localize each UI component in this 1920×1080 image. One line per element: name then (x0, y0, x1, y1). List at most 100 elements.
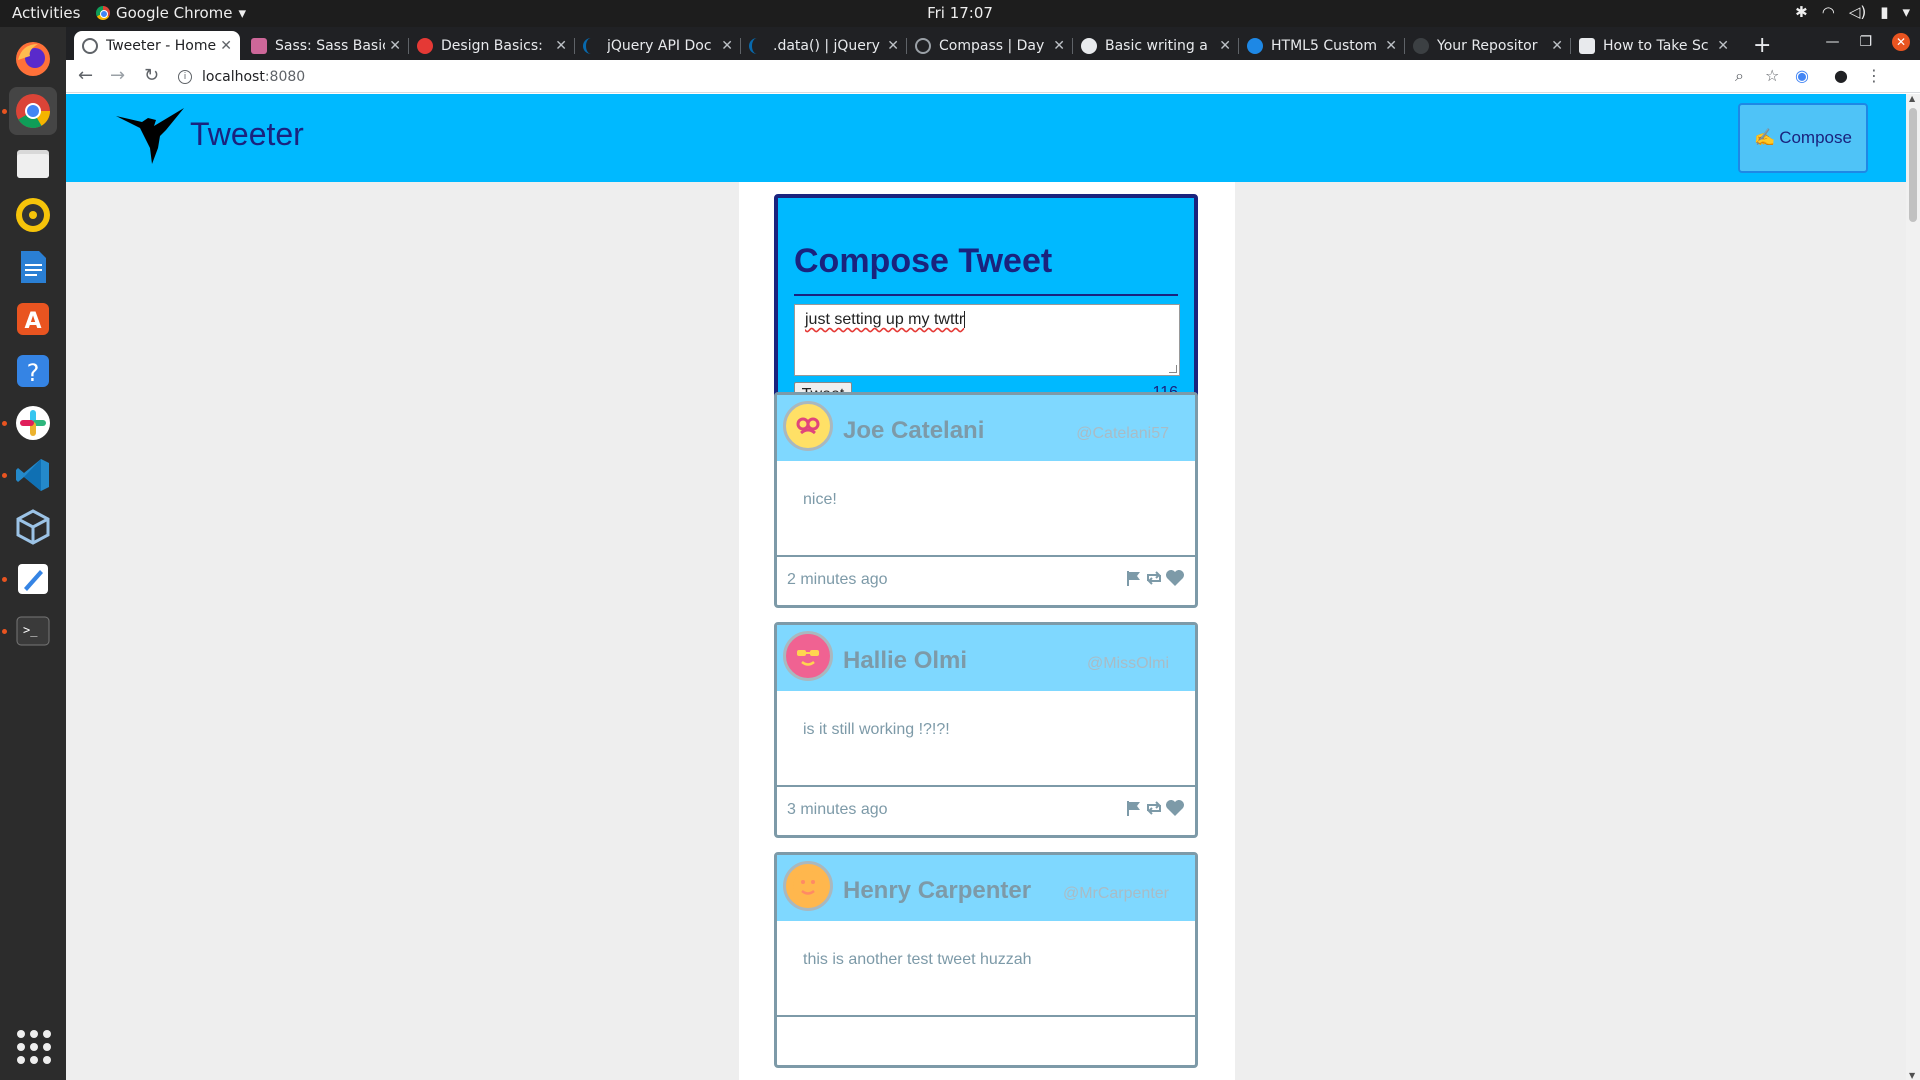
tab-how-to-take[interactable]: How to Take Sc ✕ (1571, 31, 1737, 60)
tab-compass[interactable]: Compass | Day ✕ (907, 31, 1073, 60)
compose-heading: Compose Tweet (794, 242, 1053, 280)
rhythmbox-icon[interactable] (9, 191, 57, 239)
heart-icon[interactable] (1165, 569, 1185, 587)
jquery-icon (583, 37, 599, 54)
system-menu-icon[interactable]: ▾ (1902, 3, 1910, 21)
tab-title: Design Basics: (441, 37, 543, 54)
brand-name[interactable]: Tweeter (190, 116, 304, 153)
close-window-icon[interactable]: ✕ (1892, 33, 1910, 51)
tab-sass[interactable]: Sass: Sass Basics ✕ (243, 31, 409, 60)
scroll-down-icon[interactable]: ▼ (1909, 1071, 1915, 1080)
tab-your-repositories[interactable]: Your Repositor ✕ (1405, 31, 1571, 60)
tab-html5-custom[interactable]: HTML5 Custom ✕ (1239, 31, 1405, 60)
tweet-actions (1125, 799, 1185, 817)
running-indicator (2, 472, 7, 478)
app-navbar: Tweeter ✍ Compose (66, 94, 1906, 182)
html5-icon (1247, 37, 1263, 54)
retweet-icon[interactable] (1145, 569, 1163, 587)
firefox-icon[interactable] (9, 35, 57, 83)
running-indicator (2, 628, 7, 634)
network-share-icon[interactable]: ✱ (1795, 3, 1808, 21)
app-menu-label: Google Chrome (116, 4, 233, 22)
back-icon[interactable]: ← (78, 65, 93, 86)
show-applications-icon[interactable] (17, 1030, 51, 1064)
wifi-icon[interactable]: ◠ (1822, 3, 1835, 21)
zoom-icon[interactable]: ⌕ (1735, 66, 1744, 86)
tweet-card: Hallie Olmi @MissOlmi is it still workin… (774, 622, 1198, 838)
tab-title: Basic writing a (1105, 37, 1208, 54)
heart-icon[interactable] (1165, 799, 1185, 817)
svg-text:?: ? (27, 359, 40, 387)
help-icon[interactable]: ? (9, 347, 57, 395)
tab-title: How to Take Sc (1603, 37, 1709, 54)
divider (777, 555, 1195, 557)
minimize-icon[interactable]: — (1825, 34, 1839, 50)
avatar (783, 861, 833, 911)
retweet-icon[interactable] (1145, 799, 1163, 817)
page-scrollbar[interactable]: ▲ ▼ (1906, 94, 1920, 1080)
volume-icon[interactable]: ◁) (1849, 3, 1866, 21)
software-center-icon[interactable]: A (9, 295, 57, 343)
flag-icon[interactable] (1125, 569, 1143, 587)
tweet-author-handle: @MissOlmi (1086, 655, 1169, 672)
terminal-icon[interactable]: >_ (2, 607, 57, 655)
tab-basic-writing[interactable]: Basic writing a ✕ (1073, 31, 1239, 60)
divider (794, 294, 1178, 296)
activities-button[interactable]: Activities (12, 4, 80, 22)
new-tab-icon[interactable]: + (1753, 33, 1771, 58)
close-tab-icon[interactable]: ✕ (389, 38, 401, 54)
site-info-icon[interactable]: i (178, 69, 192, 84)
browser-window: Tweeter - Home ✕ Sass: Sass Basics ✕ Des… (66, 27, 1920, 1080)
forward-icon[interactable]: → (110, 65, 125, 86)
extension-icon[interactable]: ◉ (1795, 66, 1809, 85)
tab-jquery-api[interactable]: jQuery API Doc ✕ (575, 31, 741, 60)
text-editor-icon[interactable] (2, 555, 57, 603)
compose-button[interactable]: ✍ Compose (1738, 103, 1868, 173)
chrome-menu-icon[interactable]: ⋮ (1866, 66, 1882, 85)
chrome-app-icon[interactable] (2, 87, 57, 135)
scroll-up-icon[interactable]: ▲ (1909, 94, 1915, 103)
bookmark-star-icon[interactable]: ☆ (1765, 66, 1779, 85)
reload-icon[interactable]: ↻ (144, 65, 159, 86)
clock[interactable]: Fri 17:07 (927, 4, 993, 22)
compass-icon (915, 37, 931, 54)
divider (777, 785, 1195, 787)
slack-icon[interactable] (2, 399, 57, 447)
tab-jquery-data[interactable]: .data() | jQuery ✕ (741, 31, 907, 60)
close-tab-icon[interactable]: ✕ (1717, 38, 1729, 54)
divider (777, 1015, 1195, 1017)
hummingbird-logo-icon (116, 108, 184, 164)
app-menu[interactable]: Google Chrome ▾ (96, 4, 246, 22)
close-tab-icon[interactable]: ✕ (887, 38, 899, 54)
files-icon[interactable] (9, 139, 57, 187)
close-tab-icon[interactable]: ✕ (1551, 38, 1563, 54)
writer-icon[interactable] (9, 243, 57, 291)
flag-icon[interactable] (1125, 799, 1143, 817)
close-tab-icon[interactable]: ✕ (220, 38, 232, 54)
resize-handle-icon[interactable] (1169, 365, 1177, 373)
close-tab-icon[interactable]: ✕ (721, 38, 733, 54)
virtualbox-icon[interactable] (9, 503, 57, 551)
scrollbar-thumb[interactable] (1909, 108, 1917, 222)
tab-design-basics[interactable]: Design Basics: ✕ (409, 31, 575, 60)
maximize-icon[interactable]: ❐ (1859, 34, 1872, 50)
tweet-card: Henry Carpenter @MrCarpenter this is ano… (774, 852, 1198, 1068)
tweet-author-name: Hallie Olmi (843, 647, 968, 674)
github-icon (1081, 37, 1097, 54)
close-tab-icon[interactable]: ✕ (1053, 38, 1065, 54)
system-tray[interactable]: ✱ ◠ ◁) ▮ ▾ (1795, 3, 1910, 21)
tweet-textarea[interactable]: just setting up my twttr (794, 304, 1180, 376)
github-icon (1413, 37, 1429, 54)
address-bar[interactable]: i localhost:8080 (178, 63, 1758, 90)
pencil-icon: ✍ (1754, 128, 1776, 147)
close-tab-icon[interactable]: ✕ (555, 38, 567, 54)
svg-text:A: A (24, 309, 41, 334)
tweet-text: this is another test tweet huzzah (803, 951, 1032, 968)
tab-tweeter[interactable]: Tweeter - Home ✕ (74, 31, 240, 60)
vscode-icon[interactable] (2, 451, 57, 499)
battery-icon[interactable]: ▮ (1880, 3, 1888, 21)
close-tab-icon[interactable]: ✕ (1219, 38, 1231, 54)
profile-avatar-icon[interactable]: ● (1834, 66, 1848, 85)
close-tab-icon[interactable]: ✕ (1385, 38, 1397, 54)
main-container: Compose Tweet just setting up my twttr T… (739, 182, 1235, 1080)
